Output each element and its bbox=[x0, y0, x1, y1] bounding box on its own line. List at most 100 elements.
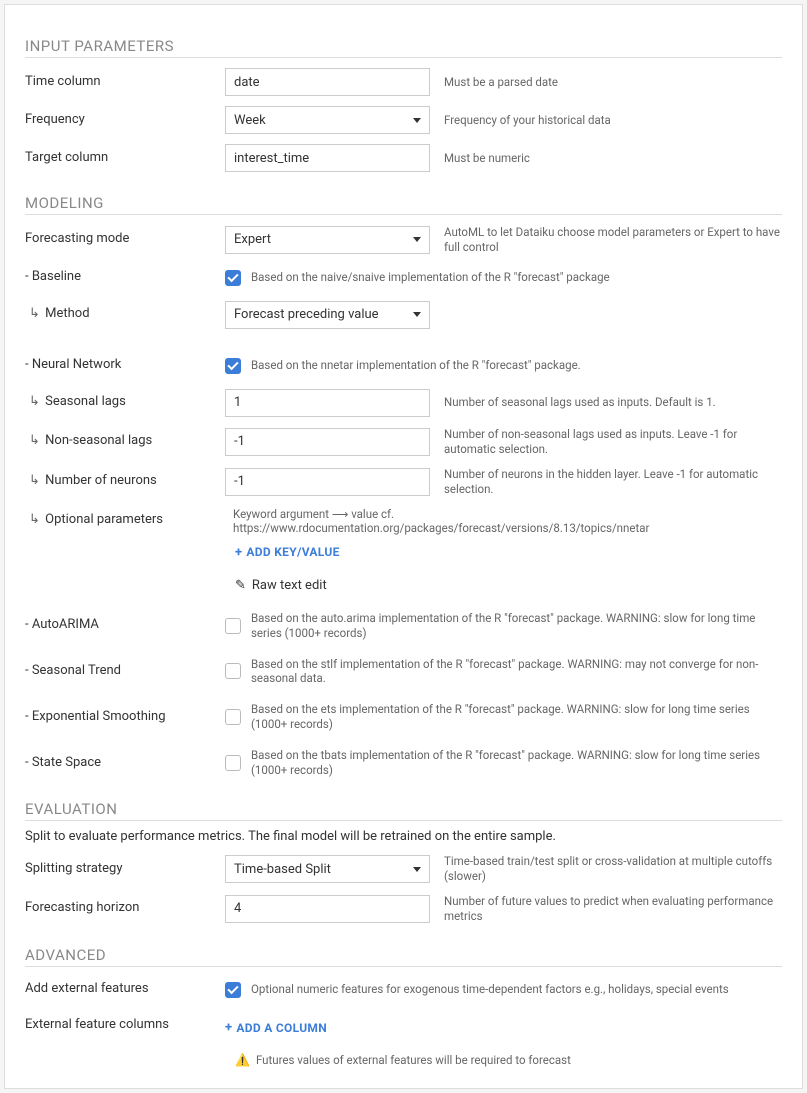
exp-smoothing-checkbox[interactable] bbox=[225, 709, 241, 725]
section-advanced-title: ADVANCED bbox=[25, 946, 782, 967]
section-modeling-title: MODELING bbox=[25, 194, 782, 215]
external-columns-warn-block: Futures values of external features will… bbox=[225, 1049, 782, 1068]
autoarima-checkbox[interactable] bbox=[225, 618, 241, 634]
row-autoarima: - AutoARIMA Based on the auto.arima impl… bbox=[25, 611, 782, 641]
splitting-strategy-select[interactable]: Time-based Split bbox=[225, 855, 430, 883]
baseline-method-label: Method bbox=[25, 306, 225, 323]
splitting-strategy-value: Time-based Split bbox=[234, 862, 331, 877]
neurons-input[interactable] bbox=[225, 468, 430, 496]
chevron-down-icon bbox=[413, 867, 421, 872]
optional-params-block: + ADD KEY/VALUE Raw text edit bbox=[225, 541, 782, 593]
row-frequency: Frequency Week Frequency of your histori… bbox=[25, 106, 782, 134]
external-columns-warning: Futures values of external features will… bbox=[235, 1053, 571, 1067]
baseline-method-value: Forecast preceding value bbox=[234, 307, 379, 322]
pencil-icon bbox=[235, 578, 246, 593]
autoarima-help: Based on the auto.arima implementation o… bbox=[241, 611, 782, 641]
settings-panel: INPUT PARAMETERS Time column Must be a p… bbox=[4, 4, 803, 1089]
add-column-label: ADD A COLUMN bbox=[236, 1021, 327, 1035]
target-column-label: Target column bbox=[25, 150, 225, 167]
frequency-label: Frequency bbox=[25, 112, 225, 129]
non-seasonal-lags-input[interactable] bbox=[225, 428, 430, 456]
row-forecasting-mode: Forecasting mode Expert AutoML to let Da… bbox=[25, 225, 782, 255]
forecasting-mode-select[interactable]: Expert bbox=[225, 226, 430, 254]
exp-smoothing-label: - Exponential Smoothing bbox=[25, 709, 225, 726]
warning-icon bbox=[235, 1053, 250, 1067]
forecasting-horizon-input[interactable] bbox=[225, 895, 430, 923]
add-key-value-label: ADD KEY/VALUE bbox=[246, 545, 339, 559]
neurons-label: Number of neurons bbox=[25, 473, 225, 490]
seasonal-trend-label: - Seasonal Trend bbox=[25, 663, 225, 680]
add-external-features-checkbox[interactable] bbox=[225, 982, 241, 998]
row-baseline-method: Method Forecast preceding value bbox=[25, 301, 782, 329]
forecasting-horizon-label: Forecasting horizon bbox=[25, 900, 225, 917]
baseline-help: Based on the naive/snaive implementation… bbox=[241, 270, 610, 285]
chevron-down-icon bbox=[413, 312, 421, 317]
splitting-strategy-label: Splitting strategy bbox=[25, 861, 225, 878]
baseline-method-select[interactable]: Forecast preceding value bbox=[225, 301, 430, 329]
row-add-external-features: Add external features Optional numeric f… bbox=[25, 977, 782, 1003]
forecasting-horizon-help: Number of future values to predict when … bbox=[430, 894, 782, 924]
row-neural: - Neural Network Based on the nnetar imp… bbox=[25, 353, 782, 379]
frequency-help: Frequency of your historical data bbox=[430, 113, 611, 128]
seasonal-trend-checkbox[interactable] bbox=[225, 663, 241, 679]
time-column-input[interactable] bbox=[225, 68, 430, 96]
neural-help: Based on the nnetar implementation of th… bbox=[241, 358, 581, 373]
evaluation-desc: Split to evaluate performance metrics. T… bbox=[25, 829, 782, 844]
raw-text-edit-label: Raw text edit bbox=[252, 578, 327, 593]
add-column-button[interactable]: + ADD A COLUMN bbox=[225, 1020, 327, 1035]
frequency-value: Week bbox=[234, 113, 266, 128]
autoarima-label: - AutoARIMA bbox=[25, 617, 225, 634]
row-forecasting-horizon: Forecasting horizon Number of future val… bbox=[25, 894, 782, 924]
seasonal-trend-help: Based on the stlf implementation of the … bbox=[241, 657, 782, 687]
external-feature-columns-label: External feature columns bbox=[25, 1017, 225, 1034]
state-space-help: Based on the tbats implementation of the… bbox=[241, 748, 782, 778]
non-seasonal-lags-help: Number of non-seasonal lags used as inpu… bbox=[430, 427, 782, 457]
frequency-select[interactable]: Week bbox=[225, 106, 430, 134]
seasonal-lags-help: Number of seasonal lags used as inputs. … bbox=[430, 395, 716, 410]
chevron-down-icon bbox=[413, 118, 421, 123]
seasonal-lags-label: Seasonal lags bbox=[25, 394, 225, 411]
row-target-column: Target column Must be numeric bbox=[25, 144, 782, 172]
add-external-features-help: Optional numeric features for exogenous … bbox=[241, 982, 729, 997]
row-seasonal-trend: - Seasonal Trend Based on the stlf imple… bbox=[25, 657, 782, 687]
row-external-feature-columns: External feature columns + ADD A COLUMN bbox=[25, 1013, 782, 1039]
state-space-checkbox[interactable] bbox=[225, 755, 241, 771]
forecasting-mode-value: Expert bbox=[234, 232, 271, 247]
row-optional-params: Optional parameters Keyword argument ⟶ v… bbox=[25, 507, 782, 535]
neurons-help: Number of neurons in the hidden layer. L… bbox=[430, 467, 782, 497]
plus-icon: + bbox=[225, 1020, 232, 1035]
baseline-checkbox[interactable] bbox=[225, 270, 241, 286]
row-exp-smoothing: - Exponential Smoothing Based on the ets… bbox=[25, 702, 782, 732]
optional-params-label: Optional parameters bbox=[25, 512, 225, 529]
add-external-features-label: Add external features bbox=[25, 981, 225, 998]
row-non-seasonal-lags: Non-seasonal lags Number of non-seasonal… bbox=[25, 427, 782, 457]
external-columns-warning-text: Futures values of external features will… bbox=[256, 1053, 571, 1067]
time-column-help: Must be a parsed date bbox=[430, 75, 558, 90]
time-column-label: Time column bbox=[25, 74, 225, 91]
section-evaluation-title: EVALUATION bbox=[25, 800, 782, 821]
row-baseline: - Baseline Based on the naive/snaive imp… bbox=[25, 265, 782, 291]
neural-label: - Neural Network bbox=[25, 357, 225, 374]
row-time-column: Time column Must be a parsed date bbox=[25, 68, 782, 96]
seasonal-lags-input[interactable] bbox=[225, 389, 430, 417]
non-seasonal-lags-label: Non-seasonal lags bbox=[25, 433, 225, 450]
chevron-down-icon bbox=[413, 237, 421, 242]
exp-smoothing-help: Based on the ets implementation of the R… bbox=[241, 702, 782, 732]
plus-icon: + bbox=[235, 545, 242, 560]
row-state-space: - State Space Based on the tbats impleme… bbox=[25, 748, 782, 778]
neural-checkbox[interactable] bbox=[225, 358, 241, 374]
row-splitting-strategy: Splitting strategy Time-based Split Time… bbox=[25, 854, 782, 884]
raw-text-edit-button[interactable]: Raw text edit bbox=[235, 578, 327, 593]
row-seasonal-lags: Seasonal lags Number of seasonal lags us… bbox=[25, 389, 782, 417]
forecasting-mode-label: Forecasting mode bbox=[25, 231, 225, 248]
splitting-strategy-help: Time-based train/test split or cross-val… bbox=[430, 854, 782, 884]
target-column-help: Must be numeric bbox=[430, 151, 530, 166]
baseline-label: - Baseline bbox=[25, 269, 225, 286]
row-neurons: Number of neurons Number of neurons in t… bbox=[25, 467, 782, 497]
state-space-label: - State Space bbox=[25, 755, 225, 772]
optional-params-help: Keyword argument ⟶ value cf. https://www… bbox=[233, 507, 782, 535]
target-column-input[interactable] bbox=[225, 144, 430, 172]
section-input-title: INPUT PARAMETERS bbox=[25, 37, 782, 58]
add-key-value-button[interactable]: + ADD KEY/VALUE bbox=[235, 545, 340, 560]
forecasting-mode-help: AutoML to let Dataiku choose model param… bbox=[430, 225, 782, 255]
